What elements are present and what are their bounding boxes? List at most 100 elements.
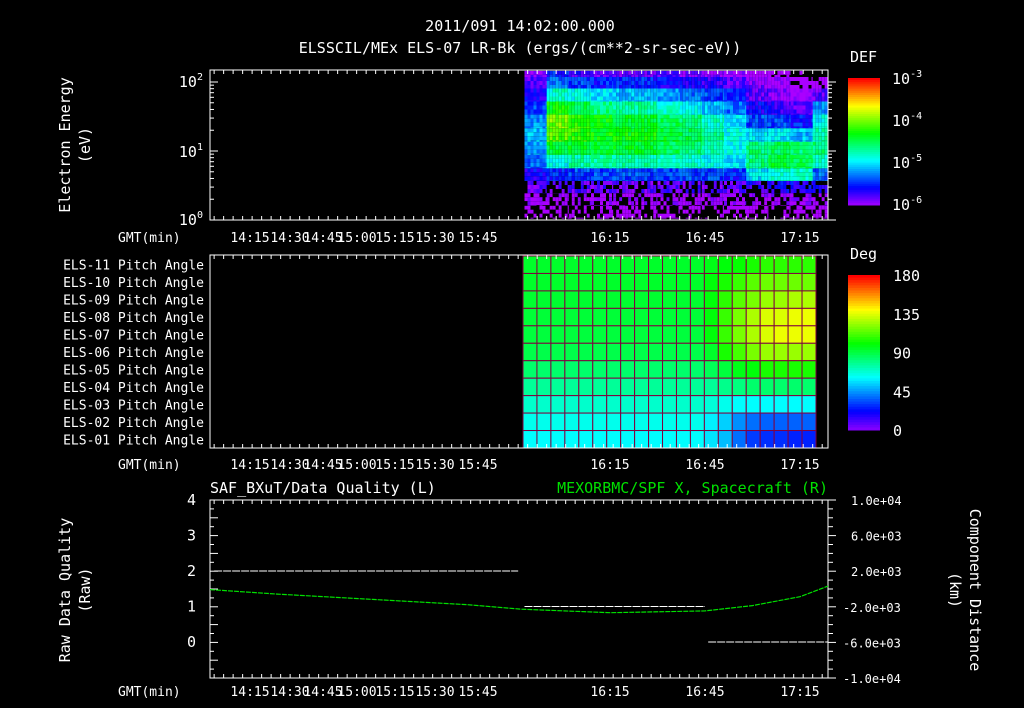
spectrogram-cell xyxy=(586,74,590,77)
spectrogram-cell xyxy=(616,122,620,127)
spectrogram-cell xyxy=(761,205,765,210)
spectrogram-cell xyxy=(727,118,730,123)
spectrogram-cell xyxy=(758,118,762,123)
spectrogram-cell xyxy=(574,96,578,101)
spectrogram-cell xyxy=(719,126,723,129)
spectrogram-cell xyxy=(568,154,572,159)
spectrogram-cell xyxy=(542,114,546,119)
spectrogram-cell xyxy=(786,205,790,210)
spectrogram-cell xyxy=(707,145,711,150)
spectrogram-cell xyxy=(591,96,594,101)
spectrogram-cell xyxy=(821,205,825,206)
spectrogram-cell xyxy=(609,128,612,133)
spectrogram-cell xyxy=(805,128,809,133)
spectrogram-cell xyxy=(536,96,540,101)
spectrogram-cell xyxy=(568,153,572,155)
spectrogram-cell xyxy=(752,105,756,110)
spectrogram-cell xyxy=(739,209,742,214)
spectrogram-cell xyxy=(675,189,679,193)
spectrogram-cell xyxy=(635,217,639,219)
spectrogram-cell xyxy=(790,70,794,75)
spectrogram-cell xyxy=(660,92,664,97)
spectrogram-cell xyxy=(799,74,803,77)
spectrogram-cell xyxy=(805,205,809,206)
spectrogram-cell xyxy=(805,197,809,202)
spectrogram-cell xyxy=(761,85,765,89)
spectrogram-cell xyxy=(746,209,750,214)
spectrogram-cell xyxy=(663,205,667,206)
spectrogram-cell xyxy=(688,205,692,206)
spectrogram-cell xyxy=(552,85,556,89)
spectrogram-cell xyxy=(606,217,609,219)
spectrogram-cell xyxy=(558,153,562,155)
spectrogram-cell xyxy=(672,176,676,181)
spectrogram-cell xyxy=(669,141,673,146)
spectrogram-cell xyxy=(783,136,787,141)
spectrogram-cell xyxy=(644,166,648,169)
spectrogram-cell xyxy=(666,70,670,75)
spectrogram-cell xyxy=(574,176,578,181)
spectrogram-cell xyxy=(758,70,762,75)
spectrogram-cell xyxy=(574,114,578,119)
spectrogram-cell xyxy=(790,74,794,77)
spectrogram-cell xyxy=(682,205,686,210)
spectrogram-cell xyxy=(727,113,730,115)
spectrogram-cell xyxy=(533,193,537,198)
spectrogram-cell xyxy=(758,85,762,89)
spectrogram-cell xyxy=(613,100,617,102)
spectrogram-cell xyxy=(597,132,600,137)
spectrogram-cell xyxy=(591,132,594,137)
spectrogram-cell xyxy=(533,189,537,193)
spectrogram-cell xyxy=(780,176,784,181)
spectrogram-cell xyxy=(746,205,750,210)
spectrogram-cell xyxy=(644,96,648,101)
spectrogram-cell xyxy=(568,201,572,206)
spectrogram-cell xyxy=(691,149,695,154)
spectrogram-cell xyxy=(613,185,617,189)
spectrogram-cell xyxy=(727,176,730,181)
spectrogram-cell xyxy=(691,181,695,185)
spectrogram-cell xyxy=(786,205,790,206)
spectrogram-cell xyxy=(768,92,772,97)
spectrogram-cell xyxy=(793,96,797,101)
spectrogram-cell xyxy=(764,181,768,185)
spectrogram-cell xyxy=(707,154,711,159)
spectrogram-cell xyxy=(625,100,629,102)
spectrogram-cell xyxy=(568,109,572,114)
spectrogram-cell xyxy=(594,74,597,77)
spectrogram-cell xyxy=(603,145,606,150)
spectrogram-cell xyxy=(771,77,775,81)
spectrogram-cell xyxy=(808,81,812,85)
spectrogram-cell xyxy=(716,149,720,154)
spectrogram-cell xyxy=(685,185,689,189)
spectrogram-cell xyxy=(568,185,572,189)
spectrogram-cell xyxy=(746,181,750,185)
spectrogram-cell xyxy=(679,136,683,141)
spectrogram-cell xyxy=(616,92,620,97)
spectrogram-cell xyxy=(549,136,553,141)
spectrogram-cell xyxy=(679,181,683,185)
spectrogram-cell xyxy=(644,101,648,106)
spectrogram-cell xyxy=(542,197,546,202)
spectrogram-cell xyxy=(539,136,543,141)
spectrogram-cell xyxy=(682,88,686,93)
spectrogram-cell xyxy=(549,77,553,81)
spectrogram-cell xyxy=(697,85,701,89)
spectrogram-cell xyxy=(597,145,600,150)
spectrogram-cell xyxy=(571,101,575,106)
spectrogram-cell xyxy=(524,217,528,219)
spectrogram-cell xyxy=(749,176,753,181)
spectrogram-cell xyxy=(771,109,775,114)
spectrogram-cell xyxy=(580,154,584,159)
spectrogram-cell xyxy=(710,81,714,85)
spectrogram-cell xyxy=(568,172,572,177)
spectrogram-cell xyxy=(815,118,819,123)
spectrogram-cell xyxy=(733,153,736,155)
spectrogram-cell xyxy=(742,201,745,206)
spectrogram-cell xyxy=(613,113,617,115)
spectrogram-cell xyxy=(561,153,565,155)
spectrogram-cell xyxy=(752,176,756,181)
spectrogram-cell xyxy=(613,132,617,137)
spectrogram-cell xyxy=(613,205,617,210)
spectrogram-cell xyxy=(536,193,540,198)
